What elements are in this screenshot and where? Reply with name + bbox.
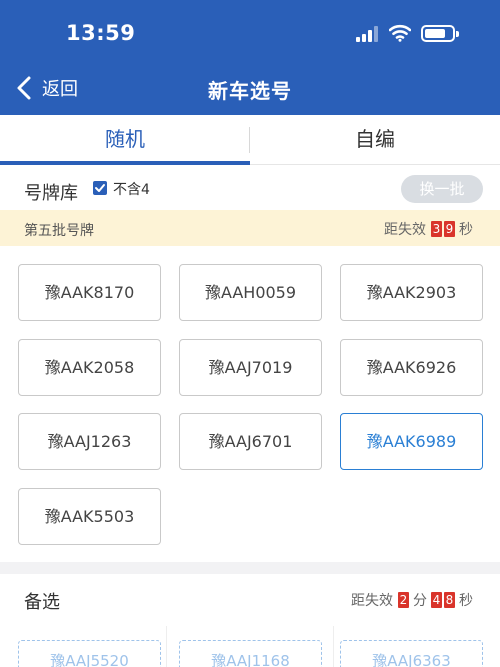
countdown-unit: 秒: [459, 222, 473, 238]
plate-option[interactable]: 豫AAJ7019: [179, 339, 322, 396]
alternates-divider: [166, 626, 167, 667]
batch-countdown: 距失效 3 9 秒: [384, 219, 476, 239]
countdown-unit: 秒: [459, 593, 473, 609]
plate-option[interactable]: 豫AAH0059: [179, 264, 322, 321]
countdown-digit: 2: [398, 592, 409, 608]
alternates-section: 备选 距失效 2 分 4 8 秒 豫AAJ5520 豫AAJ1168 豫AAJ6…: [0, 574, 500, 667]
countdown-unit: 分: [413, 593, 427, 609]
exclude-four-checkbox[interactable]: [93, 181, 107, 195]
plate-option[interactable]: 豫AAK2058: [18, 339, 161, 396]
countdown-prefix: 距失效: [384, 222, 426, 238]
page-title: 新车选号: [208, 79, 292, 103]
plate-pool-header: 号牌库 不含4 换一批: [0, 165, 500, 210]
exclude-four-label[interactable]: 不含4: [113, 179, 150, 199]
status-time: 13:59: [66, 21, 136, 45]
tab-bar: 随机 自编: [0, 115, 500, 165]
countdown-digit: 3: [431, 221, 442, 237]
plate-grid: 豫AAK8170 豫AAH0059 豫AAK2903 豫AAK2058 豫AAJ…: [0, 246, 500, 562]
plate-pool-title: 号牌库: [24, 183, 78, 204]
plate-option[interactable]: 豫AAK5503: [18, 488, 161, 545]
countdown-digit: 9: [444, 221, 455, 237]
status-bar: 13:59: [0, 0, 500, 62]
countdown-digit: 4: [431, 592, 442, 608]
alternates-countdown: 距失效 2 分 4 8 秒: [351, 590, 476, 610]
batch-label: 第五批号牌: [24, 223, 94, 239]
batch-notice: 第五批号牌 距失效 3 9 秒: [0, 210, 500, 246]
wifi-icon: [389, 24, 411, 42]
alternate-plate-slot[interactable]: 豫AAJ6363: [340, 640, 483, 667]
alternate-plate-slot[interactable]: 豫AAJ5520: [18, 640, 161, 667]
alternates-title: 备选: [24, 592, 60, 613]
plate-option[interactable]: 豫AAK6926: [340, 339, 483, 396]
app-header: 13:59 返回 新车选号: [0, 0, 500, 115]
plate-option[interactable]: 豫AAK2903: [340, 264, 483, 321]
nav-bar: 返回 新车选号: [0, 62, 500, 115]
countdown-digit: 8: [444, 592, 455, 608]
plate-option[interactable]: 豫AAK8170: [18, 264, 161, 321]
alternates-divider: [333, 626, 334, 667]
battery-icon: [421, 25, 459, 42]
tab-random[interactable]: 随机: [0, 115, 250, 165]
checkmark-icon: [95, 184, 105, 192]
cellular-signal-icon: [356, 26, 380, 42]
alternate-plate-slot[interactable]: 豫AAJ1168: [179, 640, 322, 667]
countdown-prefix: 距失效: [351, 593, 393, 609]
tab-custom[interactable]: 自编: [250, 115, 500, 165]
plate-option[interactable]: 豫AAJ6701: [179, 413, 322, 470]
swap-batch-button[interactable]: 换一批: [401, 175, 483, 203]
plate-option-selected[interactable]: 豫AAK6989: [340, 413, 483, 470]
plate-option[interactable]: 豫AAJ1263: [18, 413, 161, 470]
